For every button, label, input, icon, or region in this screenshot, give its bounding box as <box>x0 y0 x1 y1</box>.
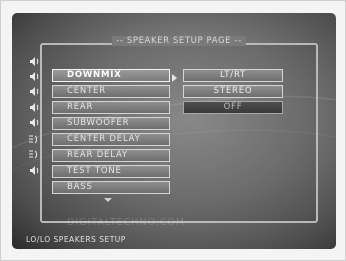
delay-icon <box>29 150 37 159</box>
photo-frame: -- SPEAKER SETUP PAGE -- DOWNMIX CENTER … <box>0 0 346 261</box>
option-label: LT/RT <box>219 70 247 80</box>
option-off[interactable]: OFF <box>183 101 283 114</box>
menu-item-center[interactable]: CENTER <box>52 85 170 98</box>
option-stereo[interactable]: STEREO <box>183 85 283 98</box>
tv-screen: -- SPEAKER SETUP PAGE -- DOWNMIX CENTER … <box>12 13 336 249</box>
submenu-arrow-icon <box>172 74 177 82</box>
menu-item-center-delay[interactable]: CENTER DELAY <box>52 133 170 146</box>
speaker-icon <box>30 57 39 66</box>
menu-item-rear-delay[interactable]: REAR DELAY <box>52 149 170 162</box>
speaker-icon <box>30 87 39 96</box>
status-bar-text: LO/LO SPEAKERS SETUP <box>26 235 126 244</box>
option-label: STEREO <box>213 86 253 96</box>
option-lt-rt[interactable]: LT/RT <box>183 69 283 82</box>
speaker-icon <box>30 166 39 175</box>
menu-item-downmix[interactable]: DOWNMIX <box>52 69 170 82</box>
watermark-text: DIGITALTECHNO.COM <box>67 217 185 228</box>
menu-item-label: DOWNMIX <box>67 70 122 80</box>
page-title: -- SPEAKER SETUP PAGE -- <box>42 36 316 46</box>
menu-item-label: BASS <box>67 182 93 192</box>
menu-item-label: CENTER <box>67 86 106 96</box>
scroll-down-arrow-icon[interactable] <box>104 198 112 202</box>
menu-item-label: REAR DELAY <box>67 150 128 160</box>
delay-icon <box>29 135 37 144</box>
menu-item-label: SUBWOOFER <box>67 118 130 128</box>
menu-item-test-tone[interactable]: TEST TONE <box>52 165 170 178</box>
menu-item-label: REAR <box>67 102 94 112</box>
menu-item-bass[interactable]: BASS <box>52 181 170 194</box>
page-title-text: -- SPEAKER SETUP PAGE -- <box>112 36 246 46</box>
menu-item-subwoofer[interactable]: SUBWOOFER <box>52 117 170 130</box>
menu-item-rear[interactable]: REAR <box>52 101 170 114</box>
speaker-icon <box>30 72 39 81</box>
option-label: OFF <box>223 102 243 112</box>
speaker-icon <box>30 118 39 127</box>
speaker-icon <box>30 103 39 112</box>
menu-item-label: CENTER DELAY <box>67 134 141 144</box>
menu-item-label: TEST TONE <box>67 166 122 176</box>
